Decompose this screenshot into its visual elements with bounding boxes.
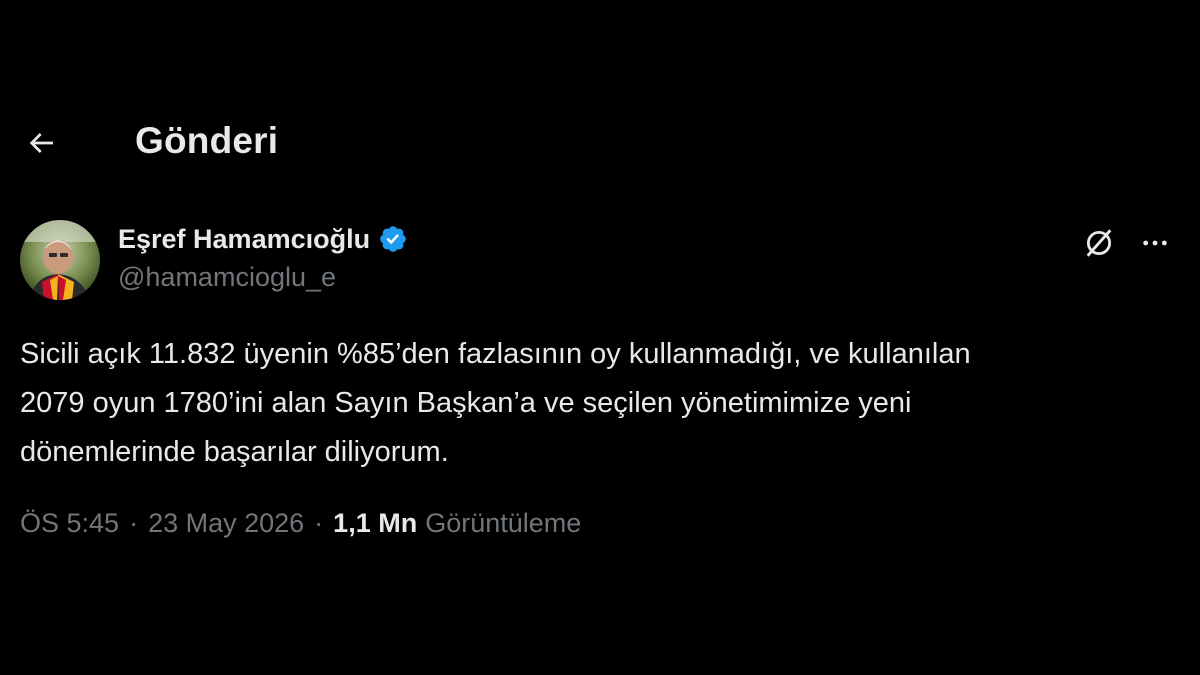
arrow-left-icon (29, 133, 53, 153)
grok-button[interactable] (1078, 222, 1120, 264)
tweet-date[interactable]: 23 May 2026 (148, 508, 304, 539)
avatar[interactable] (20, 220, 100, 300)
back-button[interactable] (20, 122, 62, 164)
tweet-time[interactable]: ÖS 5:45 (20, 508, 119, 539)
more-options-button[interactable] (1134, 222, 1176, 264)
page-header: Gönderi (0, 112, 1200, 172)
author-handle[interactable]: @hamamcioglu_e (118, 262, 408, 293)
tweet-author: Eşref Hamamcıoğlu @hamamcioglu_e (20, 218, 1180, 302)
meta-separator: · (314, 508, 324, 538)
more-horizontal-icon (1143, 240, 1167, 246)
tweet-page: Gönderi Eşref Hamamcıoğlu @hamamcioglu_e… (0, 0, 1200, 675)
views-count: 1,1 Mn (333, 508, 418, 538)
views-label: Görüntüleme (425, 508, 582, 538)
tweet-meta: ÖS 5:45 · 23 May 2026 · 1,1 Mn Görüntüle… (20, 508, 581, 539)
verified-badge-icon[interactable] (378, 224, 408, 254)
avatar-image (20, 220, 100, 300)
tweet-text: Sicili açık 11.832 üyenin %85’den fazlas… (20, 338, 971, 468)
page-title: Gönderi (135, 120, 279, 161)
author-display-name[interactable]: Eşref Hamamcıoğlu (118, 224, 370, 255)
name-line: Eşref Hamamcıoğlu (118, 218, 408, 260)
grok-icon (1086, 229, 1112, 257)
author-info: Eşref Hamamcıoğlu @hamamcioglu_e (118, 218, 408, 293)
meta-separator: · (129, 508, 139, 538)
